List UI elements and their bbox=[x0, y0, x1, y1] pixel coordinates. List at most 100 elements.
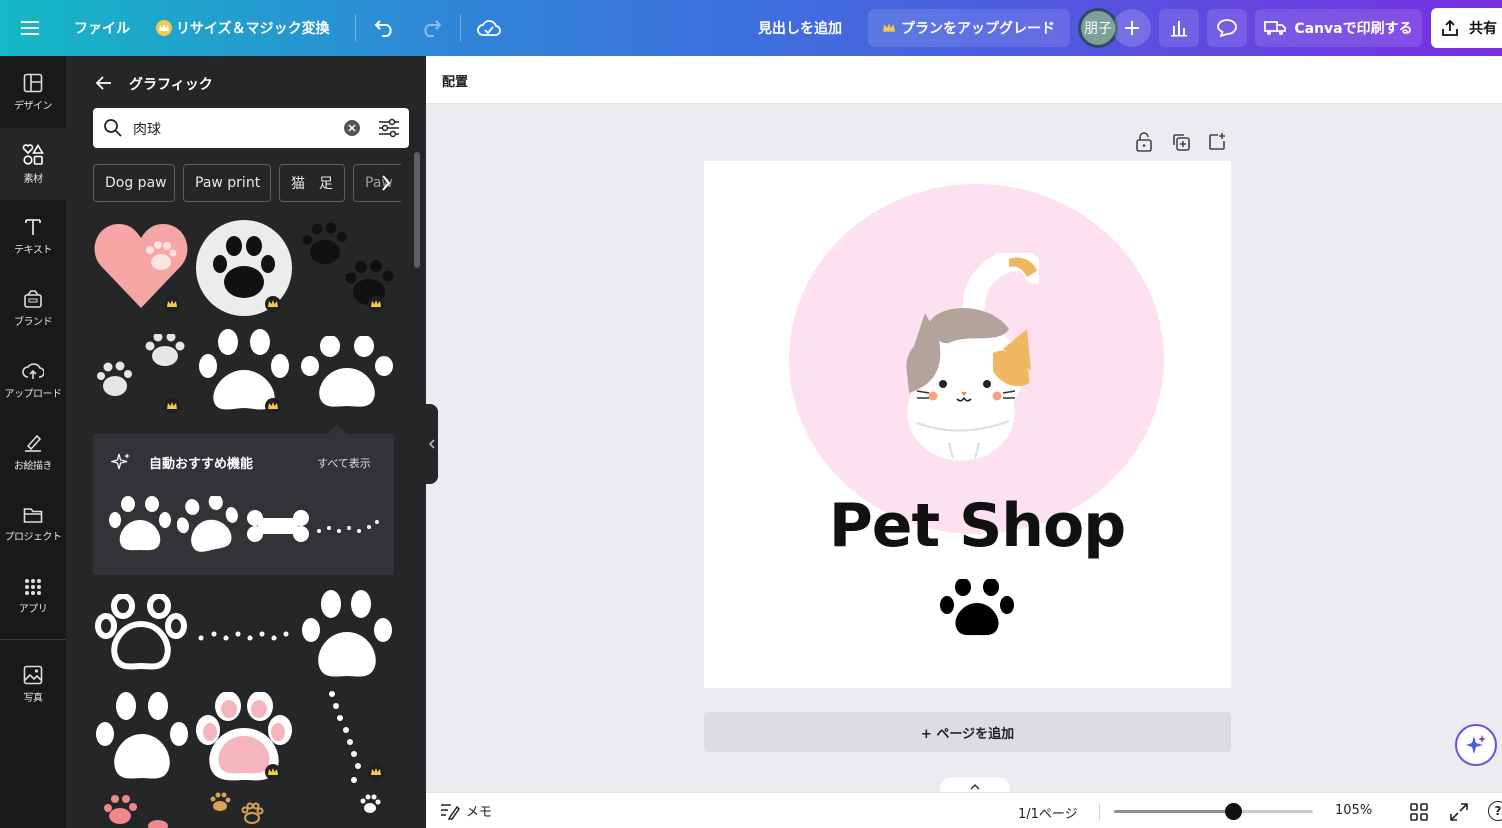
bottom-bar: メモ 1/1ページ 105% ? bbox=[426, 792, 1502, 828]
notes-button[interactable]: メモ bbox=[440, 801, 492, 820]
premium-crown-icon bbox=[265, 296, 281, 312]
side-rail: デザイン 素材 テキスト ブランド アップロード お絵描き プロジェクト アプリ… bbox=[0, 56, 66, 828]
divider bbox=[460, 14, 461, 42]
divider bbox=[1099, 803, 1100, 821]
chevron-right-icon[interactable] bbox=[380, 173, 392, 197]
crown-icon bbox=[156, 20, 172, 36]
pointer-notch bbox=[327, 424, 347, 444]
design-canvas[interactable]: Pet Shop bbox=[704, 161, 1231, 688]
graphic-paw-sketch[interactable] bbox=[299, 590, 395, 686]
lock-icon[interactable] bbox=[1134, 131, 1154, 157]
elements-icon bbox=[22, 143, 44, 165]
insights-icon[interactable] bbox=[1159, 9, 1199, 47]
back-arrow-icon[interactable] bbox=[94, 73, 114, 93]
undo-icon[interactable] bbox=[372, 0, 398, 56]
search-input[interactable]: 肉球 bbox=[133, 119, 161, 139]
comment-icon[interactable] bbox=[1207, 9, 1247, 47]
rail-item-design[interactable]: デザイン bbox=[0, 56, 66, 128]
rail-item-brand[interactable]: ブランド bbox=[0, 272, 66, 344]
panel-title: グラフィック bbox=[129, 77, 213, 93]
share-button[interactable]: 共有 bbox=[1431, 8, 1502, 48]
auto-suggest-box: 自動おすすめ機能 すべて表示 bbox=[93, 424, 394, 575]
rail-item-elements[interactable]: 素材 bbox=[0, 128, 66, 200]
search-box[interactable]: 肉球 bbox=[93, 108, 409, 148]
suggest-paw-2[interactable] bbox=[176, 494, 241, 562]
upgrade-plan-button[interactable]: プランをアップグレード bbox=[868, 9, 1070, 47]
duplicate-page-icon[interactable] bbox=[1171, 132, 1191, 156]
file-menu-button[interactable]: ファイル bbox=[74, 0, 130, 56]
sparkle-icon bbox=[111, 453, 130, 470]
brand-icon bbox=[24, 289, 42, 308]
arrange-button[interactable]: 配置 bbox=[442, 71, 468, 90]
suggest-bone[interactable] bbox=[246, 508, 310, 548]
rail-item-photos[interactable]: 写真 bbox=[0, 648, 66, 720]
graphic-paw-white[interactable] bbox=[300, 335, 394, 414]
auto-suggest-title: 自動おすすめ機能 bbox=[149, 457, 254, 472]
premium-crown-icon bbox=[368, 296, 384, 312]
graphic-paw-trail[interactable] bbox=[196, 626, 292, 650]
clear-search-icon[interactable] bbox=[344, 120, 360, 136]
suggestion-chip[interactable]: Dog paw bbox=[93, 164, 175, 202]
add-page-button[interactable]: + ページを追加 bbox=[704, 712, 1231, 752]
top-bar: ファイル リサイズ＆マジック変換 見出しを追加 プランをアップグレード 朋子 C… bbox=[0, 0, 1502, 56]
premium-crown-icon bbox=[164, 398, 180, 414]
graphic-paw-pink-small[interactable] bbox=[102, 792, 172, 828]
collapse-panel-handle[interactable] bbox=[426, 404, 438, 484]
page-indicator[interactable]: 1/1ページ bbox=[1018, 803, 1078, 822]
cloud-saved-icon[interactable] bbox=[476, 0, 502, 56]
premium-crown-icon bbox=[164, 296, 180, 312]
share-icon bbox=[1441, 19, 1459, 37]
text-icon bbox=[25, 218, 41, 235]
rail-item-projects[interactable]: プロジェクト bbox=[0, 488, 66, 560]
divider bbox=[0, 639, 66, 640]
graphic-paw-black-small[interactable] bbox=[350, 792, 390, 828]
redo-icon[interactable] bbox=[418, 0, 444, 56]
canvas-title[interactable]: Pet Shop bbox=[704, 491, 1250, 561]
sparkle-icon bbox=[1466, 735, 1486, 754]
magic-assistant-button[interactable] bbox=[1455, 724, 1497, 766]
fullscreen-icon[interactable] bbox=[1450, 803, 1468, 825]
search-icon bbox=[104, 119, 122, 137]
zoom-slider[interactable] bbox=[1114, 803, 1313, 820]
help-icon[interactable]: ? bbox=[1488, 801, 1502, 821]
paw-icon[interactable] bbox=[939, 579, 1015, 639]
panel-scrollbar[interactable] bbox=[414, 152, 420, 268]
add-page-icon[interactable] bbox=[1207, 132, 1227, 156]
suggest-paw-1[interactable] bbox=[108, 496, 172, 562]
rail-item-apps[interactable]: アプリ bbox=[0, 560, 66, 632]
chevron-up-icon bbox=[970, 784, 980, 790]
add-collaborator-icon[interactable] bbox=[1113, 9, 1151, 47]
grid-view-icon[interactable] bbox=[1410, 803, 1428, 825]
context-toolbar: 配置 bbox=[426, 56, 1502, 104]
premium-crown-icon bbox=[368, 764, 384, 780]
graphic-paw-trail-vertical[interactable] bbox=[322, 690, 370, 794]
zoom-slider-fill bbox=[1114, 810, 1234, 813]
graphic-paw-white-2[interactable] bbox=[95, 692, 189, 788]
filter-icon[interactable] bbox=[378, 118, 400, 142]
resize-magic-button[interactable]: リサイズ＆マジック変換 bbox=[156, 0, 330, 56]
cat-illustration[interactable] bbox=[899, 253, 1039, 463]
add-heading-button[interactable]: 見出しを追加 bbox=[758, 0, 842, 56]
crown-icon bbox=[883, 23, 895, 33]
suggestion-chip[interactable]: Paw print bbox=[183, 164, 271, 202]
zoom-slider-thumb[interactable] bbox=[1225, 803, 1243, 820]
rail-item-draw[interactable]: お絵描き bbox=[0, 416, 66, 488]
premium-crown-icon bbox=[265, 398, 281, 414]
photo-icon bbox=[23, 665, 43, 684]
print-with-canva-button[interactable]: Canvaで印刷する bbox=[1255, 9, 1422, 47]
chevron-left-icon bbox=[429, 439, 435, 449]
graphic-paw-brown[interactable] bbox=[206, 792, 266, 828]
suggestion-chip[interactable]: Paw bbox=[353, 164, 401, 202]
see-all-link[interactable]: すべて表示 bbox=[317, 455, 371, 471]
graphics-panel: グラフィック 肉球 Dog paw Paw print 猫 足 Paw 自動おす… bbox=[66, 56, 426, 828]
suggestion-chip[interactable]: 猫 足 bbox=[279, 164, 345, 202]
zoom-level[interactable]: 105% bbox=[1335, 803, 1372, 818]
rail-item-upload[interactable]: アップロード bbox=[0, 344, 66, 416]
hamburger-icon[interactable] bbox=[18, 0, 42, 56]
suggest-paw-trail[interactable] bbox=[315, 516, 381, 540]
premium-crown-icon bbox=[265, 764, 281, 780]
draw-icon bbox=[25, 434, 42, 452]
user-avatar[interactable]: 朋子 bbox=[1078, 8, 1118, 48]
graphic-paw-outline[interactable] bbox=[93, 593, 189, 678]
rail-item-text[interactable]: テキスト bbox=[0, 200, 66, 272]
